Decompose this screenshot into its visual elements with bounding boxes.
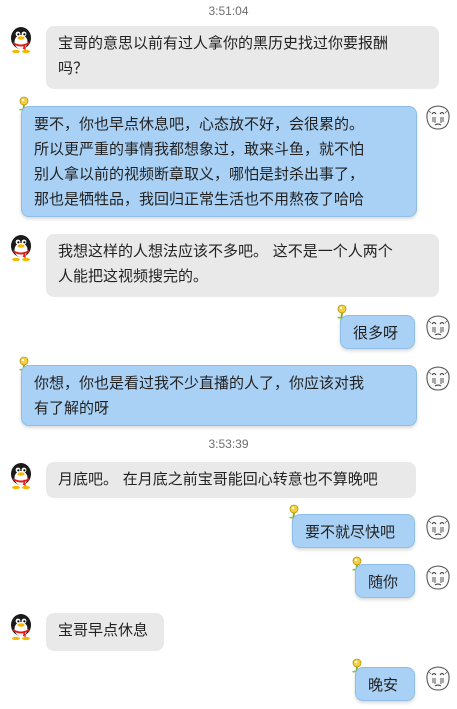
chat-message-received: 我想这样的人想法应该不多吧。 这不是一个人两个 人能把这视频搜完的。 (46, 234, 439, 297)
chat-message-received: 宝哥的意思以前有过人拿你的黑历史找过你要报酬 吗？ (46, 26, 439, 89)
message-line: 人能把这视频搜完的。 (58, 267, 209, 285)
timestamp: 3:53:39 (208, 437, 249, 451)
timestamp: 3:51:04 (208, 4, 249, 18)
message-line: 有了解的呀 (34, 399, 110, 417)
qq-penguin-icon[interactable] (6, 232, 36, 262)
message-line: 别人拿以前的视频断章取义，哪怕是封杀出事了， (34, 165, 365, 183)
sketch-face-icon[interactable] (423, 663, 453, 693)
message-line: 宝哥的意思以前有过人拿你的黑历史找过你要报酬 (58, 34, 389, 52)
qq-penguin-icon[interactable] (6, 460, 36, 490)
message-line: 月底吧。 在月底之前宝哥能回心转意也不算晚吧 (58, 470, 378, 488)
chat-message-sent: 很多呀 (340, 315, 415, 349)
message-line: 要不，你也早点休息吧，心态放不好，会很累的。 (34, 115, 365, 133)
chat-message-sent: 要不，你也早点休息吧，心态放不好，会很累的。 所以更严重的事情我都想象过，敢来斗… (21, 106, 417, 217)
sketch-face-icon[interactable] (423, 562, 453, 592)
chat-message-received: 月底吧。 在月底之前宝哥能回心转意也不算晚吧 (46, 462, 416, 498)
message-line: 所以更严重的事情我都想象过，敢来斗鱼，就不怕 (34, 140, 365, 158)
sketch-face-icon[interactable] (423, 363, 453, 393)
message-line: 晚安 (368, 676, 399, 694)
message-line: 很多呀 (353, 324, 399, 342)
chat-message-sent: 要不就尽快吧 (292, 514, 415, 548)
chat-message-sent: 晚安 (355, 667, 415, 701)
message-line: 要不就尽快吧 (305, 523, 396, 541)
message-line: 那也是牺牲品，我回归正常生活也不用熬夜了哈哈 (34, 190, 365, 208)
sketch-face-icon[interactable] (423, 512, 453, 542)
message-line: 宝哥早点休息 (58, 621, 149, 639)
chat-message-received: 宝哥早点休息 (46, 613, 164, 651)
sketch-face-icon[interactable] (423, 312, 453, 342)
chat-message-sent: 随你 (355, 564, 415, 598)
qq-penguin-icon[interactable] (6, 611, 36, 641)
message-line: 吗？ (58, 59, 89, 77)
sketch-face-icon[interactable] (423, 102, 453, 132)
message-line: 随你 (368, 573, 399, 591)
message-line: 我想这样的人想法应该不多吧。 这不是一个人两个 (58, 242, 393, 260)
qq-penguin-icon[interactable] (6, 24, 36, 54)
chat-message-sent: 你想，你也是看过我不少直播的人了，你应该对我 有了解的呀 (21, 365, 417, 426)
message-line: 你想，你也是看过我不少直播的人了，你应该对我 (34, 374, 365, 392)
